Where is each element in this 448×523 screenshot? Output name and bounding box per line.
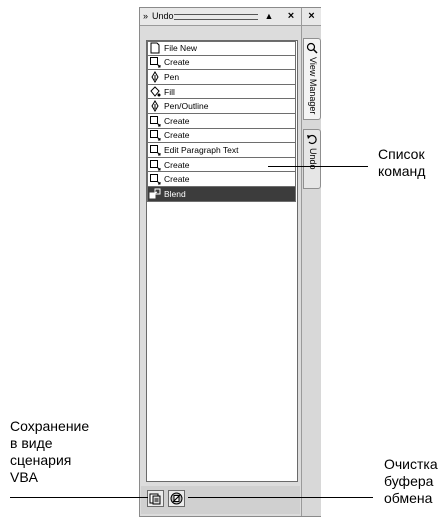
callout-command-list: Список команд — [378, 146, 425, 180]
callout-line-clear — [188, 497, 373, 498]
tab-undo[interactable]: Undo — [303, 129, 321, 189]
rectangle-tool-icon — [150, 159, 161, 171]
list-item[interactable]: Create — [147, 113, 296, 129]
callout-line-text: обмена — [384, 490, 433, 506]
list-item-label: Blend — [164, 188, 186, 199]
callout-save-vba: Сохранение в виде сценария VBA — [10, 418, 89, 486]
callout-line-vba — [10, 497, 148, 498]
clear-clipboard-button[interactable] — [168, 490, 185, 507]
docker-grip-arrows-icon: » — [143, 11, 149, 21]
rectangle-tool-icon — [150, 144, 161, 156]
fill-bucket-icon — [150, 85, 161, 97]
list-item[interactable]: File New — [147, 41, 296, 56]
tab-view-manager-label: View Manager — [308, 57, 318, 115]
pen-icon — [151, 71, 159, 83]
list-item-label: Create — [164, 130, 190, 141]
rectangle-tool-icon — [150, 115, 161, 127]
rectangle-tool-icon — [150, 174, 161, 185]
list-item-selected[interactable]: Blend — [147, 186, 296, 202]
undo-icon — [307, 134, 317, 145]
save-as-vba-script-button[interactable] — [147, 490, 164, 507]
list-item-label: Edit Paragraph Text — [164, 144, 239, 155]
close-docker-button[interactable]: × — [286, 9, 296, 23]
list-item-label: Create — [164, 57, 190, 68]
list-item-label: Create — [164, 159, 190, 170]
list-item-label: Create — [164, 115, 190, 126]
pen-icon — [151, 100, 159, 113]
rectangle-tool-icon — [150, 57, 161, 68]
callout-line-text: Очистка — [384, 456, 438, 472]
callout-line-text: Список — [378, 146, 425, 162]
list-item[interactable]: Create — [147, 172, 296, 187]
callout-line-text: в виде — [10, 435, 53, 451]
docker-side-tabs: View Manager Undo — [301, 26, 321, 516]
rectangle-tool-icon — [150, 130, 161, 141]
list-item-label: File New — [164, 43, 198, 54]
callout-line-text: Сохранение — [10, 418, 90, 434]
list-item[interactable]: Create — [147, 128, 296, 144]
list-item[interactable]: Pen — [147, 70, 296, 85]
callout-line-text: команд — [378, 163, 426, 179]
callout-clear-clipboard: Очистка буфера обмена — [384, 456, 438, 507]
undo-docker: » Undo ▲ × × View Manager Undo File New … — [139, 7, 321, 517]
titlebar-grip[interactable] — [174, 14, 258, 20]
list-item-label: Fill — [164, 86, 175, 97]
callout-line-commands — [268, 166, 368, 167]
docker-titlebar[interactable]: » Undo ▲ × — [140, 8, 301, 26]
tab-view-manager[interactable]: View Manager — [303, 38, 321, 120]
collapse-button[interactable]: ▲ — [264, 9, 274, 23]
docker-title: Undo — [152, 11, 174, 21]
docker-bottom-toolbar — [141, 486, 300, 514]
undo-command-list[interactable]: File New Create Pen Fill Pen/Outline Cre… — [146, 40, 298, 482]
save-script-icon — [149, 493, 161, 505]
list-item-label: Create — [164, 174, 190, 185]
list-item-label: Pen/Outline — [164, 101, 209, 112]
close-tab-group-button[interactable]: × — [301, 8, 321, 26]
callout-line-text: VBA — [10, 469, 39, 485]
blend-icon — [149, 188, 161, 199]
list-item[interactable]: Pen/Outline — [147, 99, 296, 114]
callout-line-text: буфера — [384, 473, 434, 489]
magnifier-icon — [306, 42, 318, 54]
list-item[interactable]: Edit Paragraph Text — [147, 143, 296, 158]
clear-clipboard-icon — [170, 492, 183, 505]
list-item[interactable]: Create — [147, 55, 296, 71]
list-item-label: Pen — [164, 71, 180, 82]
document-icon — [150, 42, 160, 54]
callout-line-text: сценария — [10, 452, 72, 468]
list-item[interactable]: Fill — [147, 84, 296, 100]
